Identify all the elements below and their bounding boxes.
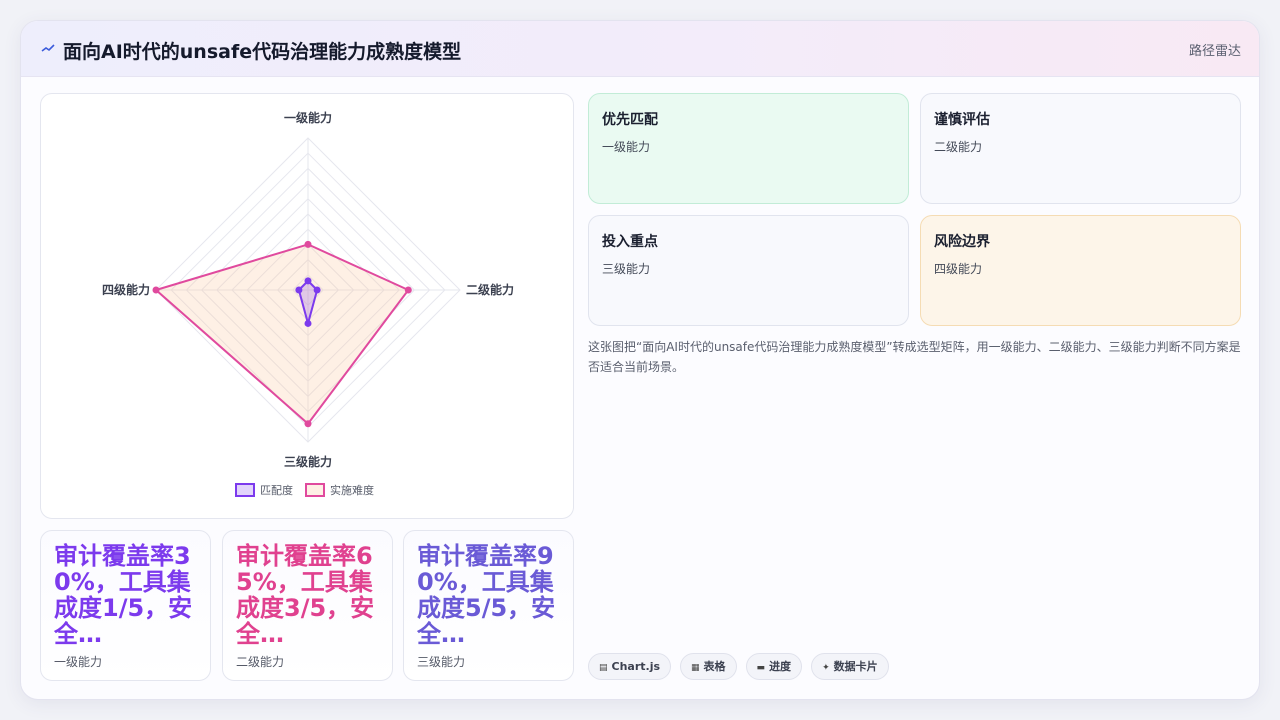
metric-label: 一级能力 (54, 655, 103, 669)
radar-data-point (313, 286, 321, 294)
path-radar-link[interactable]: 路径雷达 (1189, 40, 1241, 59)
radar-chart: 一级能力二级能力三级能力 四级能力匹配度 实施难度 (102, 110, 514, 497)
legend-label: 实施难度 (330, 483, 374, 497)
tag-label: Chart.js (611, 660, 661, 673)
radar-data-point (304, 420, 312, 428)
metric-card-3: 审计覆盖率90%，工具集成度5/5，安全… 三级能力 (403, 530, 574, 681)
quadrant-careful-evaluation[interactable]: 谨慎评估 二级能力 (920, 93, 1241, 204)
table-icon: ▦ (691, 663, 700, 673)
quadrant-priority-match[interactable]: 优先匹配 一级能力 (588, 93, 909, 204)
radar-data-point (304, 240, 312, 248)
quadrant-title: 谨慎评估 (934, 112, 990, 128)
tag-table[interactable]: ▦ 表格 (680, 653, 737, 680)
progress-icon: ▬ (756, 663, 766, 673)
legend-swatch (305, 483, 325, 497)
quadrant-subtitle: 一级能力 (602, 140, 651, 154)
quadrant-risk-boundary[interactable]: 风险边界 四级能力 (920, 215, 1241, 326)
tag-label: 数据卡片 (833, 660, 878, 673)
radar-data-point (295, 286, 303, 294)
tech-tags: ▤ Chart.js ▦ 表格 ▬ 进度 ✦ 数据卡片 (588, 653, 889, 680)
radar-data-point (304, 277, 312, 285)
metric-label: 二级能力 (236, 655, 285, 669)
quadrant-title: 风险边界 (934, 234, 990, 250)
radar-data-point (304, 319, 312, 327)
tag-chartjs[interactable]: ▤ Chart.js (588, 653, 672, 680)
quadrant-title: 投入重点 (602, 234, 658, 250)
radar-axis-label: 四级能力 (102, 282, 150, 297)
legend-label: 匹配度 (260, 483, 293, 497)
page-title: 面向AI时代的unsafe代码治理能力成熟度模型 (63, 41, 462, 63)
radar-data-point (152, 286, 160, 294)
chart-trend-icon (41, 44, 55, 52)
metric-value: 审计覆盖率65%，工具集成度3/5，安全… (236, 543, 375, 647)
quadrant-subtitle: 三级能力 (602, 262, 651, 276)
quadrant-subtitle: 四级能力 (934, 262, 983, 276)
quadrant-investment-focus[interactable]: 投入重点 三级能力 (588, 215, 909, 326)
radar-axis-label: 二级能力 (466, 282, 514, 297)
sparkle-icon: ✦ (822, 663, 830, 673)
matrix-description: 这张图把“面向AI时代的unsafe代码治理能力成熟度模型”转成选型矩阵，用一级… (588, 340, 1241, 374)
radar-chart-panel: 一级能力二级能力三级能力 四级能力匹配度 实施难度 (40, 93, 574, 519)
radar-axis-label: 三级能力 (284, 454, 332, 469)
main-card: 面向AI时代的unsafe代码治理能力成熟度模型 路径雷达 一级能力 二级能力 三级… (20, 20, 1260, 700)
metric-label: 三级能力 (417, 655, 466, 669)
metric-card-1: 审计覆盖率30%，工具集成度1/5，安全… 一级能力 (40, 530, 211, 681)
radar-series-area (155, 243, 410, 425)
legend-swatch (235, 483, 255, 497)
header-bar: 面向AI时代的unsafe代码治理能力成熟度模型 路径雷达 (21, 21, 1259, 77)
metric-value: 审计覆盖率90%，工具集成度5/5，安全… (417, 543, 556, 647)
chart-icon: ▤ (599, 663, 608, 673)
tag-label: 表格 (703, 660, 726, 673)
quadrant-subtitle: 二级能力 (934, 140, 983, 154)
tag-label: 进度 (769, 660, 792, 673)
metric-card-2: 审计覆盖率65%，工具集成度3/5，安全… 二级能力 (222, 530, 393, 681)
tag-data-card[interactable]: ✦ 数据卡片 (811, 653, 889, 680)
metric-value: 审计覆盖率30%，工具集成度1/5，安全… (54, 543, 193, 647)
radar-axis-label: 一级能力 (284, 110, 332, 125)
quadrant-title: 优先匹配 (602, 112, 658, 128)
tag-progress[interactable]: ▬ 进度 (745, 653, 803, 680)
radar-data-point (404, 286, 412, 294)
